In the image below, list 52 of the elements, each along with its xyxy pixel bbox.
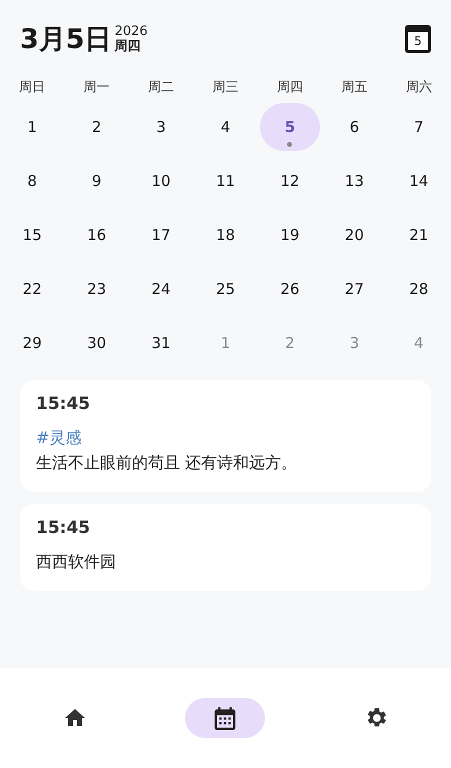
calendar-day[interactable]: 21 — [388, 211, 449, 259]
today-button[interactable]: 5 — [405, 25, 431, 53]
calendar-day[interactable]: 7 — [388, 103, 449, 151]
calendar-day[interactable]: 11 — [195, 157, 256, 205]
calendar-day[interactable]: 30 — [66, 319, 127, 367]
calendar-day[interactable]: 29 — [2, 319, 62, 367]
calendar-day[interactable]: 4 — [195, 103, 256, 151]
note-card[interactable]: 15:45 #灵感 生活不止眼前的苟且 还有诗和远方。 — [20, 380, 431, 492]
note-text: 生活不止眼前的苟且 还有诗和远方。 — [36, 453, 298, 474]
calendar-day[interactable]: 31 — [131, 319, 192, 367]
weekday-header: 周六 — [404, 79, 433, 96]
calendar-day[interactable]: 1 — [2, 103, 62, 151]
calendar-day[interactable]: 15 — [2, 211, 62, 259]
weekday-header: 周三 — [211, 79, 240, 96]
calendar-day[interactable]: 19 — [260, 211, 320, 259]
calendar-day[interactable]: 12 — [260, 157, 320, 205]
calendar-day[interactable]: 16 — [66, 211, 127, 259]
calendar-day[interactable]: 23 — [66, 265, 127, 313]
calendar-day[interactable]: 20 — [324, 211, 384, 259]
weekday-header: 周日 — [18, 79, 46, 96]
calendar-day[interactable]: 17 — [131, 211, 192, 259]
calendar-day[interactable]: 3 — [131, 103, 192, 151]
calendar-day[interactable]: 27 — [324, 265, 384, 313]
note-card[interactable]: 15:45 西西软件园 — [20, 504, 431, 591]
calendar-day[interactable]: 13 — [324, 157, 384, 205]
weekday-header: 周二 — [147, 79, 176, 96]
calendar-day[interactable]: 14 — [388, 157, 449, 205]
calendar-day[interactable]: 8 — [2, 157, 62, 205]
note-tag[interactable]: #灵感 — [36, 428, 82, 449]
calendar-day[interactable]: 6 — [324, 103, 384, 151]
calendar-day[interactable]: 10 — [131, 157, 192, 205]
weekday-header: 周四 — [276, 79, 304, 96]
year-label: 2026 — [114, 24, 148, 39]
calendar-day[interactable]: 25 — [195, 265, 256, 313]
calendar-tab[interactable] — [185, 698, 266, 738]
calendar-day[interactable]: 28 — [388, 265, 449, 313]
weekday-label: 周四 — [114, 39, 142, 54]
weekday-header: 周一 — [82, 79, 111, 96]
calendar-day[interactable]: 9 — [66, 157, 127, 205]
calendar-day[interactable]: 24 — [131, 265, 192, 313]
calendar-day[interactable]: 5 — [260, 103, 320, 151]
weekday-header: 周五 — [340, 79, 368, 96]
note-time: 15:45 — [36, 518, 90, 538]
note-text: 西西软件园 — [36, 552, 116, 573]
calendar-day[interactable]: 2 — [66, 103, 127, 151]
calendar-day[interactable]: 26 — [260, 265, 320, 313]
calendar-day[interactable]: 18 — [195, 211, 256, 259]
calendar-icon — [214, 706, 236, 730]
calendar-day[interactable]: 22 — [2, 265, 62, 313]
note-time: 15:45 — [36, 394, 90, 414]
date-title: 3月5日 — [20, 23, 112, 57]
home-icon — [65, 709, 86, 727]
